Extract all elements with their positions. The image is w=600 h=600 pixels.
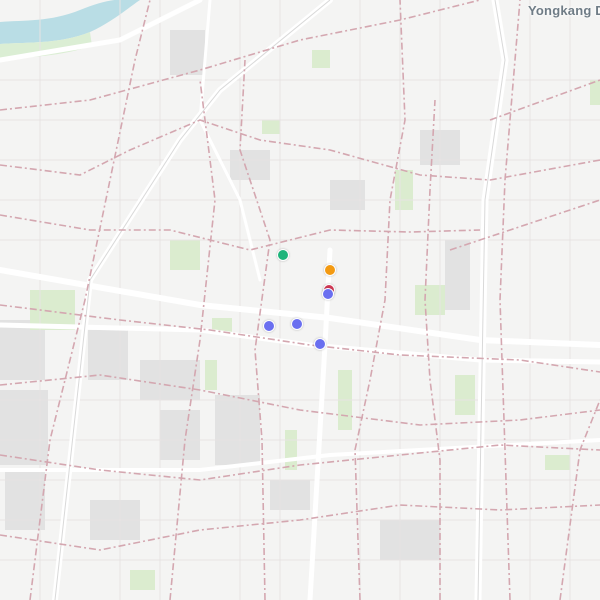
map-view[interactable]: Yongkang D	[0, 0, 600, 600]
river	[0, 0, 140, 44]
marker-blue-3[interactable]	[291, 318, 303, 330]
marker-blue-2[interactable]	[263, 320, 275, 332]
marker-blue-4[interactable]	[314, 338, 326, 350]
place-label-yongkang: Yongkang D	[528, 3, 600, 18]
marker-blue-1[interactable]	[322, 288, 334, 300]
marker-orange[interactable]	[324, 264, 336, 276]
marker-green[interactable]	[277, 249, 289, 261]
map-base-layer	[0, 0, 600, 600]
